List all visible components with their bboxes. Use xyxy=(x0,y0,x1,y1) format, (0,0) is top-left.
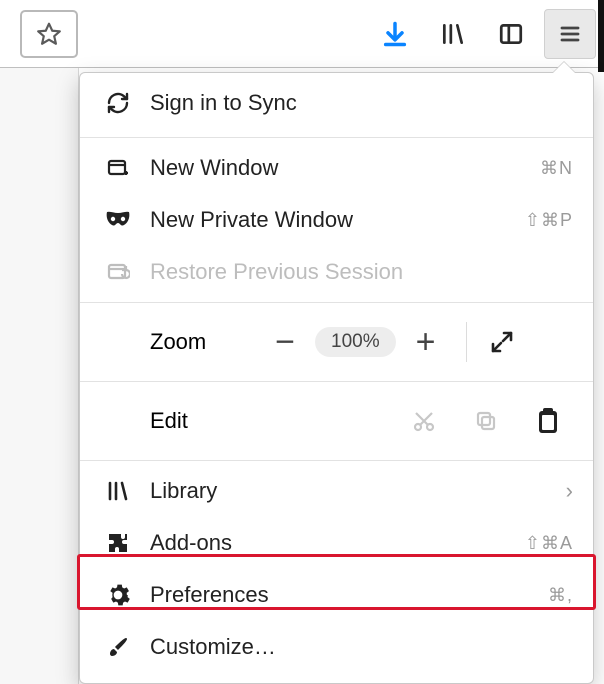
zoom-label: Zoom xyxy=(150,329,255,355)
menu-item-edit: Edit xyxy=(80,386,593,456)
fullscreen-button[interactable] xyxy=(477,330,527,354)
library-icon xyxy=(104,477,132,505)
menu-label: Restore Previous Session xyxy=(150,259,573,285)
menu-separator xyxy=(80,302,593,303)
fullscreen-icon xyxy=(490,330,514,354)
chevron-right-icon: › xyxy=(566,478,573,504)
library-button[interactable] xyxy=(428,9,478,59)
menu-item-sync[interactable]: Sign in to Sync xyxy=(80,73,593,133)
zoom-out-button[interactable]: − xyxy=(255,323,315,362)
gear-icon xyxy=(104,581,132,609)
puzzle-icon xyxy=(104,529,132,557)
scissors-icon xyxy=(412,409,436,433)
library-icon xyxy=(440,21,466,47)
cut-button[interactable] xyxy=(393,409,455,433)
browser-toolbar xyxy=(0,0,604,68)
minus-icon: − xyxy=(275,323,295,362)
download-arrow-icon xyxy=(381,20,409,48)
menu-shortcut: ⌘N xyxy=(540,158,573,179)
plus-icon: + xyxy=(416,323,436,362)
menu-item-new-window[interactable]: New Window ⌘N xyxy=(80,142,593,194)
menu-separator xyxy=(80,381,593,382)
menu-pointer xyxy=(552,62,576,74)
bookmark-button[interactable] xyxy=(20,10,78,58)
zoom-value[interactable]: 100% xyxy=(315,327,396,357)
menu-separator xyxy=(80,137,593,138)
menu-label: Add-ons xyxy=(150,530,507,556)
hamburger-icon xyxy=(558,22,582,46)
edit-label: Edit xyxy=(150,408,393,434)
zoom-in-button[interactable]: + xyxy=(396,323,456,362)
hamburger-menu-button[interactable] xyxy=(544,9,596,59)
menu-item-library[interactable]: Library › xyxy=(80,465,593,517)
window-plus-icon xyxy=(104,154,132,182)
restore-window-icon xyxy=(104,258,132,286)
mask-icon xyxy=(104,206,132,234)
menu-shortcut: ⇧⌘A xyxy=(525,533,573,554)
sync-icon xyxy=(104,89,132,117)
menu-item-preferences[interactable]: Preferences ⌘, xyxy=(80,569,593,621)
menu-item-addons[interactable]: Add-ons ⇧⌘A xyxy=(80,517,593,569)
menu-label: Library xyxy=(150,478,548,504)
sidebar-icon xyxy=(498,21,524,47)
star-icon xyxy=(36,21,62,47)
menu-shortcut: ⌘, xyxy=(548,585,573,606)
menu-separator xyxy=(80,460,593,461)
copy-button[interactable] xyxy=(455,409,517,433)
downloads-button[interactable] xyxy=(370,9,420,59)
copy-icon xyxy=(474,409,498,433)
paintbrush-icon xyxy=(104,633,132,661)
sidebar-button[interactable] xyxy=(486,9,536,59)
menu-label: New Window xyxy=(150,155,522,181)
divider xyxy=(466,322,467,362)
page-background xyxy=(0,68,79,684)
menu-label: New Private Window xyxy=(150,207,507,233)
menu-label: Preferences xyxy=(150,582,530,608)
clipboard-icon xyxy=(537,408,559,434)
menu-label: Sign in to Sync xyxy=(150,90,573,116)
menu-item-customize[interactable]: Customize… xyxy=(80,621,593,673)
paste-button[interactable] xyxy=(517,408,579,434)
menu-label: Customize… xyxy=(150,634,573,660)
app-menu-panel: Sign in to Sync New Window ⌘N New Privat… xyxy=(79,72,594,684)
menu-item-zoom: Zoom − 100% + xyxy=(80,307,593,377)
window-edge xyxy=(598,0,604,72)
menu-item-restore-session: Restore Previous Session xyxy=(80,246,593,298)
menu-item-new-private-window[interactable]: New Private Window ⇧⌘P xyxy=(80,194,593,246)
menu-shortcut: ⇧⌘P xyxy=(525,210,573,231)
